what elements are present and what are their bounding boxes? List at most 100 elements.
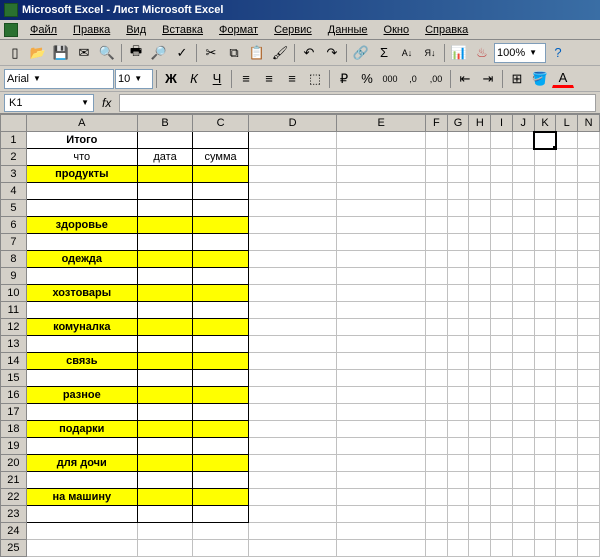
cell-E17[interactable]: [337, 404, 426, 421]
cell-E7[interactable]: [337, 234, 426, 251]
cell-B19[interactable]: [137, 438, 192, 455]
cell-H7[interactable]: [469, 234, 491, 251]
cell-N3[interactable]: [578, 166, 600, 183]
cell-B16[interactable]: [137, 387, 192, 404]
cell-L4[interactable]: [556, 183, 578, 200]
cell-D7[interactable]: [248, 234, 337, 251]
cell-K10[interactable]: [534, 285, 556, 302]
cell-J2[interactable]: [512, 149, 534, 166]
cell-G2[interactable]: [447, 149, 469, 166]
cell-L6[interactable]: [556, 217, 578, 234]
cell-K21[interactable]: [534, 472, 556, 489]
cell-I23[interactable]: [491, 506, 513, 523]
cell-G3[interactable]: [447, 166, 469, 183]
cell-F7[interactable]: [425, 234, 447, 251]
column-header-C[interactable]: C: [193, 115, 249, 132]
cell-D18[interactable]: [248, 421, 337, 438]
cell-B2[interactable]: дата: [137, 149, 192, 166]
open-button[interactable]: 📂: [27, 42, 49, 64]
row-header-16[interactable]: 16: [1, 387, 27, 404]
cut-button[interactable]: ✂: [200, 42, 222, 64]
cell-H9[interactable]: [469, 268, 491, 285]
cell-H25[interactable]: [469, 540, 491, 557]
row-header-25[interactable]: 25: [1, 540, 27, 557]
cell-L23[interactable]: [556, 506, 578, 523]
cell-F9[interactable]: [425, 268, 447, 285]
row-header-12[interactable]: 12: [1, 319, 27, 336]
menu-format[interactable]: Формат: [211, 22, 266, 38]
cell-B4[interactable]: [137, 183, 192, 200]
cell-A1[interactable]: Итого: [26, 132, 137, 149]
cell-H4[interactable]: [469, 183, 491, 200]
cell-N2[interactable]: [578, 149, 600, 166]
cell-B18[interactable]: [137, 421, 192, 438]
cell-N16[interactable]: [578, 387, 600, 404]
cell-D19[interactable]: [248, 438, 337, 455]
cell-C12[interactable]: [193, 319, 249, 336]
currency-button[interactable]: ₽: [333, 68, 355, 90]
percent-button[interactable]: %: [356, 68, 378, 90]
cell-N5[interactable]: [578, 200, 600, 217]
row-header-11[interactable]: 11: [1, 302, 27, 319]
cell-K25[interactable]: [534, 540, 556, 557]
row-header-9[interactable]: 9: [1, 268, 27, 285]
cell-C19[interactable]: [193, 438, 249, 455]
cell-E12[interactable]: [337, 319, 426, 336]
column-header-I[interactable]: I: [491, 115, 513, 132]
cell-J8[interactable]: [512, 251, 534, 268]
underline-button[interactable]: Ч: [206, 68, 228, 90]
cell-H13[interactable]: [469, 336, 491, 353]
cell-G22[interactable]: [447, 489, 469, 506]
cell-L2[interactable]: [556, 149, 578, 166]
cell-I19[interactable]: [491, 438, 513, 455]
cell-E8[interactable]: [337, 251, 426, 268]
cell-I1[interactable]: [491, 132, 513, 149]
row-header-13[interactable]: 13: [1, 336, 27, 353]
cell-F17[interactable]: [425, 404, 447, 421]
cell-D8[interactable]: [248, 251, 337, 268]
cell-H10[interactable]: [469, 285, 491, 302]
cell-C23[interactable]: [193, 506, 249, 523]
cell-C18[interactable]: [193, 421, 249, 438]
cell-B11[interactable]: [137, 302, 192, 319]
zoom-combo[interactable]: 100%▼: [494, 43, 546, 63]
cell-E10[interactable]: [337, 285, 426, 302]
cell-H2[interactable]: [469, 149, 491, 166]
row-header-7[interactable]: 7: [1, 234, 27, 251]
cell-K24[interactable]: [534, 523, 556, 540]
cell-H16[interactable]: [469, 387, 491, 404]
cell-E5[interactable]: [337, 200, 426, 217]
cell-B13[interactable]: [137, 336, 192, 353]
cell-G23[interactable]: [447, 506, 469, 523]
cell-J9[interactable]: [512, 268, 534, 285]
cell-A5[interactable]: [26, 200, 137, 217]
cell-G11[interactable]: [447, 302, 469, 319]
dec-indent-button[interactable]: ⇤: [454, 68, 476, 90]
cell-A22[interactable]: на машину: [26, 489, 137, 506]
cell-B6[interactable]: [137, 217, 192, 234]
cell-D3[interactable]: [248, 166, 337, 183]
cell-J25[interactable]: [512, 540, 534, 557]
column-header-K[interactable]: K: [534, 115, 556, 132]
cell-I9[interactable]: [491, 268, 513, 285]
cell-L15[interactable]: [556, 370, 578, 387]
cell-L10[interactable]: [556, 285, 578, 302]
cell-H6[interactable]: [469, 217, 491, 234]
cell-J14[interactable]: [512, 353, 534, 370]
cell-A23[interactable]: [26, 506, 137, 523]
cell-C10[interactable]: [193, 285, 249, 302]
cell-F19[interactable]: [425, 438, 447, 455]
menu-window[interactable]: Окно: [376, 22, 418, 38]
cell-N11[interactable]: [578, 302, 600, 319]
cell-A17[interactable]: [26, 404, 137, 421]
cell-F25[interactable]: [425, 540, 447, 557]
cell-H12[interactable]: [469, 319, 491, 336]
cell-B1[interactable]: [137, 132, 192, 149]
cell-F6[interactable]: [425, 217, 447, 234]
cell-K16[interactable]: [534, 387, 556, 404]
cell-J4[interactable]: [512, 183, 534, 200]
cell-K6[interactable]: [534, 217, 556, 234]
formula-input[interactable]: [119, 94, 596, 112]
undo-button[interactable]: ↶: [298, 42, 320, 64]
cell-B22[interactable]: [137, 489, 192, 506]
